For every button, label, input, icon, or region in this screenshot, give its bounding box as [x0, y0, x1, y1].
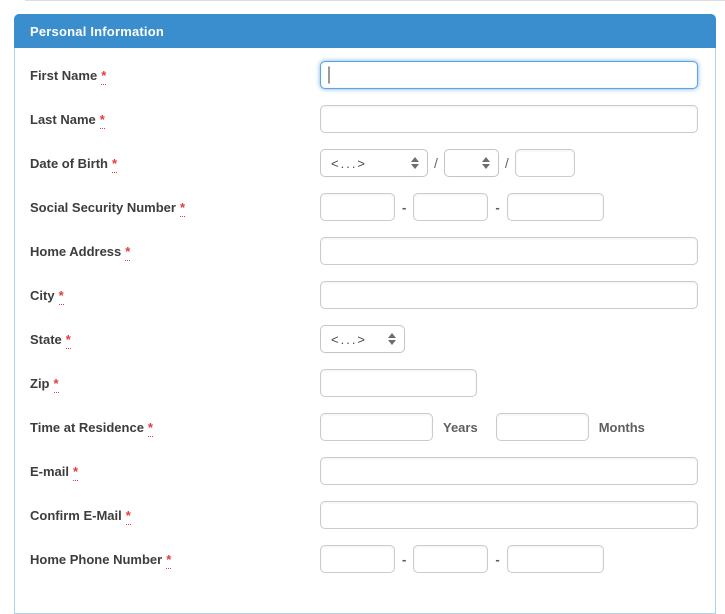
form-row-city: City * — [15, 273, 715, 317]
required-asterisk: * — [125, 243, 131, 261]
form-row-confirm-email: Confirm E-Mail * — [15, 493, 715, 537]
last-name-label: Last Name * — [15, 111, 320, 129]
first-name-input[interactable] — [320, 61, 698, 89]
home-address-input[interactable] — [320, 237, 698, 265]
home-address-label-text: Home Address — [30, 243, 122, 259]
form-row-first-name: First Name * — [15, 53, 715, 97]
email-label-text: E-mail — [30, 463, 70, 479]
page-top-divider — [25, 0, 725, 1]
confirm-email-label: Confirm E-Mail * — [15, 507, 320, 525]
form-row-home-address: Home Address * — [15, 229, 715, 273]
form-row-home-phone: Home Phone Number * - - — [15, 537, 715, 581]
ssn-part1-input[interactable] — [320, 193, 395, 221]
select-arrows-icon — [481, 157, 490, 169]
years-label: Years — [443, 419, 478, 435]
zip-label: Zip * — [15, 375, 320, 393]
city-label-text: City — [30, 287, 55, 303]
panel-header: Personal Information — [14, 14, 716, 48]
residence-years-input[interactable] — [320, 413, 433, 441]
city-label: City * — [15, 287, 320, 305]
last-name-label-text: Last Name — [30, 111, 96, 127]
ssn-part2-input[interactable] — [413, 193, 489, 221]
required-asterisk: * — [112, 155, 118, 173]
dob-month-select[interactable]: <...> — [320, 149, 428, 177]
dob-year-input[interactable] — [514, 149, 575, 177]
dob-month-select-value: <...> — [331, 155, 368, 171]
email-label: E-mail * — [15, 463, 320, 481]
home-phone-part1-input[interactable] — [320, 545, 395, 573]
last-name-input[interactable] — [320, 105, 698, 133]
select-arrows-icon — [388, 333, 396, 345]
form-row-state: State * <...> — [15, 317, 715, 361]
personal-information-panel: Personal Information First Name * Last Na… — [14, 14, 716, 614]
form-row-email: E-mail * — [15, 449, 715, 493]
first-name-label: First Name * — [15, 67, 320, 85]
time-at-residence-label-text: Time at Residence — [30, 419, 144, 435]
required-asterisk: * — [101, 67, 107, 85]
home-phone-label-text: Home Phone Number — [30, 551, 163, 567]
state-label: State * — [15, 331, 320, 349]
home-phone-part3-input[interactable] — [506, 545, 604, 573]
dob-label: Date of Birth * — [15, 155, 320, 173]
date-separator: / — [434, 155, 438, 171]
required-asterisk: * — [73, 463, 79, 481]
date-separator: / — [504, 155, 509, 171]
confirm-email-label-text: Confirm E-Mail — [30, 507, 122, 523]
zip-input[interactable] — [320, 369, 477, 397]
email-input[interactable] — [320, 457, 698, 485]
state-select-value: <...> — [331, 331, 368, 347]
dash-separator: - — [402, 199, 407, 215]
zip-label-text: Zip — [30, 375, 50, 391]
time-at-residence-label: Time at Residence * — [15, 419, 320, 437]
required-asterisk: * — [53, 375, 59, 393]
select-arrows-icon — [411, 157, 419, 169]
required-asterisk: * — [99, 111, 105, 129]
first-name-label-text: First Name — [30, 67, 98, 83]
required-asterisk: * — [58, 287, 64, 305]
form-row-time-at-residence: Time at Residence * Years Months — [15, 405, 715, 449]
required-asterisk: * — [166, 551, 172, 569]
form-row-last-name: Last Name * — [15, 97, 715, 141]
form-row-ssn: Social Security Number * - - — [15, 185, 715, 229]
residence-months-input[interactable] — [495, 413, 589, 441]
form-row-date-of-birth: Date of Birth * <...> / / — [15, 141, 715, 185]
panel-body: First Name* Last Name* Date of Birth* — [14, 48, 716, 614]
ssn-label-text: Social Security Number — [30, 199, 176, 215]
form-row-zip: Zip * — [15, 361, 715, 405]
confirm-email-input[interactable] — [320, 501, 698, 529]
ssn-part3-input[interactable] — [506, 193, 604, 221]
dash-separator: - — [495, 199, 500, 215]
required-asterisk: * — [179, 199, 186, 217]
ssn-label: Social Security Number * — [15, 199, 320, 217]
panel-title: Personal Information — [30, 23, 165, 39]
dash-separator: - — [402, 551, 407, 567]
city-input[interactable] — [320, 281, 698, 309]
home-address-label: Home Address * — [15, 243, 320, 261]
text-caret — [328, 66, 330, 84]
state-label-text: State — [30, 331, 62, 347]
dob-day-select[interactable] — [443, 149, 499, 177]
required-asterisk: * — [125, 507, 131, 525]
home-phone-part2-input[interactable] — [413, 545, 489, 573]
months-label: Months — [598, 419, 645, 435]
required-asterisk: * — [147, 419, 153, 437]
dob-label-text: Date of Birth — [30, 155, 108, 171]
home-phone-label: Home Phone Number * — [15, 551, 320, 569]
state-select[interactable]: <...> — [320, 325, 405, 353]
dash-separator: - — [495, 551, 500, 567]
required-asterisk: * — [65, 331, 71, 349]
